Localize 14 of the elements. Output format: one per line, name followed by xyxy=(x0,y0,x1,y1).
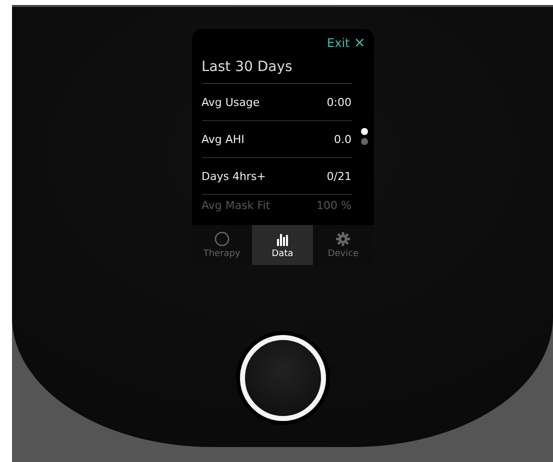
screen-title: Last 30 Days xyxy=(202,59,352,84)
gear-icon xyxy=(335,231,352,247)
stat-value: 0/21 xyxy=(326,170,352,182)
stat-label: Avg Mask Fit xyxy=(202,198,270,212)
stat-value: 100 % xyxy=(316,198,352,212)
bar-chart-icon xyxy=(274,231,290,247)
therapy-circle-icon xyxy=(214,231,230,247)
stat-value: 0:00 xyxy=(326,96,352,108)
nav-tab[interactable]: Data xyxy=(252,225,313,265)
stat-label: Avg AHI xyxy=(202,132,244,146)
stat-label: Days 4hrs+ xyxy=(202,170,266,182)
exit-button[interactable]: Exit × xyxy=(327,35,366,51)
stat-value: 0.0 xyxy=(334,132,352,146)
stat-label: Avg Usage xyxy=(202,96,260,108)
